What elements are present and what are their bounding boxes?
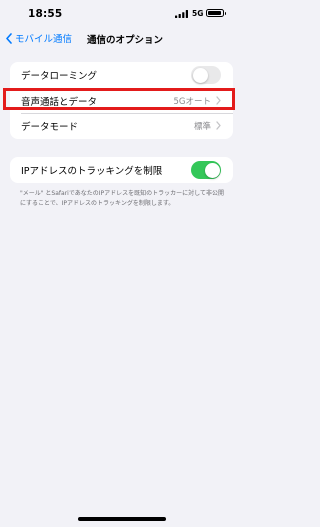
data-roaming-label: データローミング xyxy=(21,71,98,82)
chevron-left-icon xyxy=(6,32,12,44)
data-mode-row[interactable]: データモード 標準 xyxy=(10,113,233,139)
home-indicator[interactable] xyxy=(78,517,166,521)
battery-level-fill xyxy=(208,11,221,15)
ip-tracking-toggle[interactable] xyxy=(191,161,221,179)
status-bar: 18:55 5G xyxy=(0,0,243,30)
navigation-bar: モバイル通信 通信のオプション xyxy=(0,30,243,52)
chevron-right-icon xyxy=(216,96,221,105)
data-mode-value: 標準 xyxy=(193,122,211,132)
back-button[interactable]: モバイル通信 xyxy=(6,31,72,45)
toggle-knob xyxy=(204,162,220,178)
status-time: 18:55 xyxy=(28,8,63,20)
toggle-knob xyxy=(192,67,208,83)
ip-tracking-row: IPアドレスのトラッキングを制限 xyxy=(10,157,233,183)
battery-icon xyxy=(206,9,226,17)
back-button-label: モバイル通信 xyxy=(15,34,73,45)
data-roaming-row: データローミング xyxy=(10,62,233,88)
cellular-signal-icon xyxy=(175,10,188,18)
data-roaming-toggle[interactable] xyxy=(191,66,221,84)
voice-and-data-label: 音声通話とデータ xyxy=(21,97,98,108)
data-mode-label: データモード xyxy=(21,122,79,133)
chevron-right-icon xyxy=(216,121,221,130)
ip-tracking-label: IPアドレスのトラッキングを制限 xyxy=(21,166,163,177)
page-title: 通信のオプション xyxy=(87,35,164,46)
privacy-group: IPアドレスのトラッキングを制限 xyxy=(10,157,233,183)
ip-tracking-footnote: "メール" とSafariであなたのIPアドレスを既知のトラッカーに対して非公開… xyxy=(20,190,224,207)
voice-and-data-row[interactable]: 音声通話とデータ 5Gオート xyxy=(10,88,233,114)
options-group: データローミング 音声通話とデータ 5Gオート データモード 標準 xyxy=(10,62,233,139)
network-type: 5G xyxy=(192,9,204,18)
voice-and-data-value: 5Gオート xyxy=(173,97,212,107)
